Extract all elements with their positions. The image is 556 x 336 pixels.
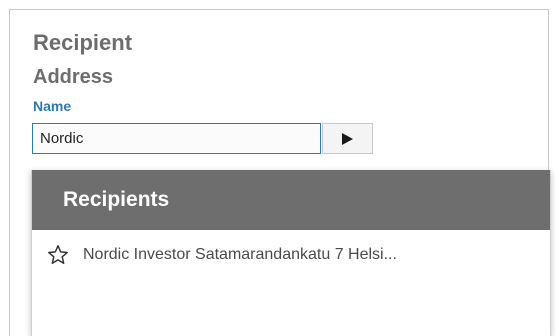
name-field-label: Name (33, 98, 72, 114)
play-icon (342, 132, 353, 145)
search-go-button[interactable] (322, 123, 373, 154)
section-title: Recipient (33, 30, 133, 55)
name-input[interactable] (32, 123, 321, 154)
recipients-dropdown: Recipients Nordic Investor Satamarandank… (31, 170, 551, 336)
dropdown-header: Recipients (32, 170, 550, 230)
star-icon[interactable] (47, 244, 69, 266)
dropdown-title: Recipients (63, 188, 170, 211)
section-subtitle: Address (33, 66, 114, 88)
name-input-row (32, 123, 373, 154)
dropdown-item-label: Nordic Investor Satamarandankatu 7 Helsi… (83, 246, 397, 263)
dropdown-item[interactable]: Nordic Investor Satamarandankatu 7 Helsi… (32, 230, 550, 280)
